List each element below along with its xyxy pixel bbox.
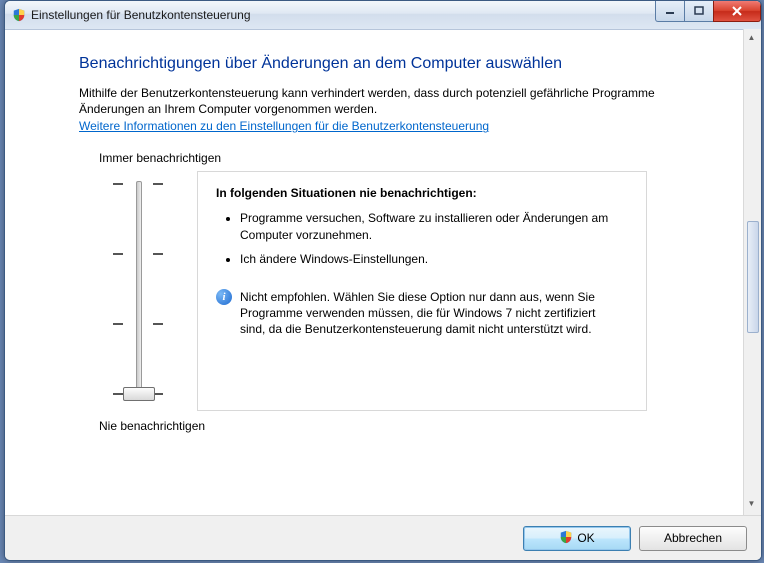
uac-shield-icon — [11, 7, 27, 23]
uac-settings-window: Einstellungen für Benutzkontensteuerung … — [4, 0, 762, 561]
detail-heading: In folgenden Situationen nie benachricht… — [216, 186, 628, 200]
cancel-button[interactable]: Abbrechen — [639, 526, 747, 551]
slider-label-bottom: Nie benachrichtigen — [99, 419, 205, 433]
slider-thumb[interactable] — [123, 387, 155, 401]
help-link[interactable]: Weitere Informationen zu den Einstellung… — [79, 119, 489, 133]
notification-slider[interactable] — [109, 175, 169, 407]
cancel-label: Abbrechen — [664, 531, 722, 545]
note-text: Nicht empfohlen. Wählen Sie diese Option… — [240, 289, 620, 338]
ok-label: OK — [577, 531, 594, 545]
window-controls — [656, 1, 761, 21]
page-heading: Benachrichtigungen über Änderungen an de… — [79, 55, 719, 73]
minimize-button[interactable] — [655, 1, 685, 22]
detail-list: Programme versuchen, Software zu install… — [216, 210, 628, 267]
main-area: Immer benachrichtigen In folgenden Situa… — [79, 151, 719, 451]
titlebar[interactable]: Einstellungen für Benutzkontensteuerung — [5, 1, 761, 30]
list-item: Programme versuchen, Software zu install… — [240, 210, 628, 242]
scroll-up-arrow[interactable]: ▲ — [744, 29, 759, 46]
detail-panel: In folgenden Situationen nie benachricht… — [197, 171, 647, 411]
close-button[interactable] — [713, 1, 761, 22]
ok-button[interactable]: OK — [523, 526, 631, 551]
button-bar: OK Abbrechen — [5, 515, 761, 560]
slider-label-top: Immer benachrichtigen — [99, 151, 221, 165]
scroll-down-arrow[interactable]: ▼ — [744, 495, 759, 512]
info-icon: i — [216, 289, 232, 305]
maximize-button[interactable] — [684, 1, 714, 22]
uac-shield-icon — [559, 530, 573, 547]
recommendation-note: i Nicht empfohlen. Wählen Sie diese Opti… — [216, 289, 628, 338]
content-area: Benachrichtigungen über Änderungen an de… — [5, 29, 743, 560]
slider-track — [136, 181, 142, 397]
window-title: Einstellungen für Benutzkontensteuerung — [31, 8, 251, 22]
vertical-scrollbar[interactable]: ▲ ▼ — [743, 29, 761, 560]
intro-text: Mithilfe der Benutzerkontensteuerung kan… — [79, 85, 679, 117]
content-wrap: Benachrichtigungen über Änderungen an de… — [5, 29, 761, 560]
scroll-thumb[interactable] — [747, 221, 759, 333]
list-item: Ich ändere Windows-Einstellungen. — [240, 251, 628, 267]
